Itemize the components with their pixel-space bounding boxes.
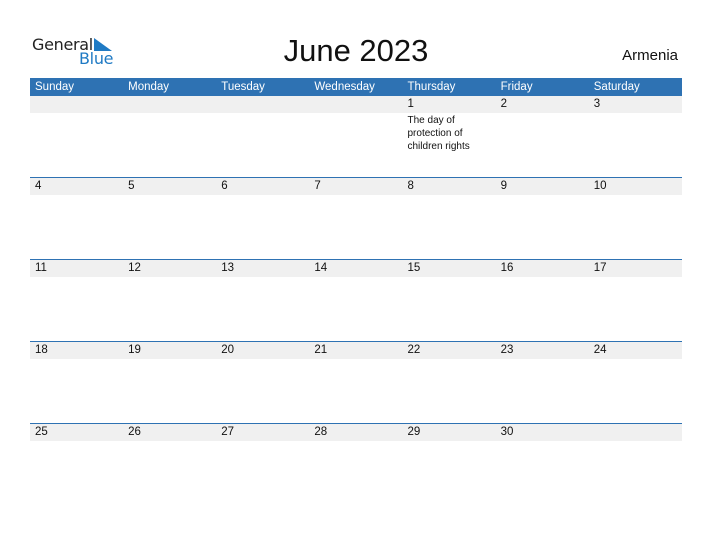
holiday-event [30, 359, 123, 360]
day-number: 4 [35, 180, 42, 192]
holiday-event [589, 113, 682, 153]
day-number: 7 [314, 180, 321, 192]
events-row [30, 441, 682, 442]
date-strip: 25 26 27 28 29 30 [30, 424, 682, 441]
holiday-event [30, 277, 123, 278]
holiday-event [123, 113, 216, 153]
day-number: 14 [314, 262, 328, 274]
day-number: 11 [35, 262, 47, 274]
page-title: June 2023 [283, 33, 429, 68]
weekday-monday: Monday [128, 81, 170, 93]
weekday-header: Sunday Monday Tuesday Wednesday Thursday… [30, 78, 682, 96]
events-row: The day of protection of children rights [30, 113, 682, 153]
day-number: 22 [407, 344, 421, 356]
holiday-event [589, 359, 682, 360]
week-row: 25 26 27 28 29 30 [30, 423, 682, 505]
weekday-saturday: Saturday [593, 81, 640, 93]
holiday-event [589, 195, 682, 196]
holiday-event [589, 441, 682, 442]
day-number: 23 [500, 344, 514, 356]
day-number: 6 [221, 180, 228, 192]
weeks-container: 1 2 3 The day of protection of children rig… [30, 96, 682, 505]
day-number: 1 [407, 98, 414, 110]
weekday-tuesday: Tuesday [221, 81, 265, 93]
events-row [30, 277, 682, 278]
day-number: 12 [128, 262, 141, 274]
date-strip: 18 19 20 21 22 23 24 [30, 342, 682, 359]
day-number: 9 [500, 180, 508, 192]
calendar-grid: Sunday Monday Tuesday Wednesday Thursday… [30, 78, 682, 505]
holiday-event [216, 277, 309, 278]
holiday-event [309, 195, 402, 196]
day-number: 16 [500, 262, 514, 274]
holiday-event [309, 441, 402, 442]
day-number: 8 [407, 180, 414, 192]
holiday-event [216, 441, 309, 442]
day-number: 3 [593, 98, 601, 110]
holiday-event [216, 113, 309, 153]
holiday-event [496, 441, 589, 442]
day-number [309, 96, 402, 113]
holiday-event [216, 359, 309, 360]
weekday-friday: Friday [500, 81, 533, 93]
day-number: 26 [128, 426, 141, 438]
date-strip: 1 2 3 [30, 96, 682, 113]
week-row: 11 12 13 14 15 16 17 [30, 259, 682, 341]
weekday-sunday: Sunday [35, 81, 75, 93]
date-strip: 4 5 6 7 8 9 10 [30, 178, 682, 195]
day-number: 30 [500, 426, 514, 438]
holiday-event [30, 441, 123, 442]
day-number [123, 96, 216, 113]
day-number: 17 [593, 262, 607, 274]
day-number: 5 [128, 180, 135, 192]
holiday-event [123, 441, 216, 442]
events-row [30, 359, 682, 360]
holiday-event [496, 277, 589, 278]
day-number: 15 [407, 262, 421, 274]
events-row [30, 195, 682, 196]
day-number: 2 [500, 98, 508, 110]
day-number: 13 [221, 262, 235, 274]
country-label: Armenia [622, 47, 678, 64]
holiday-event [496, 359, 589, 360]
week-row: 4 5 6 7 8 9 10 [30, 177, 682, 259]
holiday-event [123, 277, 216, 278]
day-number: 24 [593, 344, 607, 356]
holiday-event [123, 195, 216, 196]
holiday-event [496, 113, 589, 153]
weekday-thursday: Thursday [407, 81, 456, 93]
holiday-event: The day of protection of children rights [407, 115, 470, 152]
holiday-event [496, 195, 589, 196]
day-number [589, 424, 682, 441]
day-number: 27 [221, 426, 235, 438]
holiday-event [309, 277, 402, 278]
day-number: 19 [128, 344, 141, 356]
holiday-event [309, 113, 402, 153]
holiday-event [30, 113, 123, 153]
day-number [216, 96, 309, 113]
holiday-event [403, 277, 496, 278]
day-number: 25 [35, 426, 48, 438]
week-row: 18 19 20 21 22 23 24 [30, 341, 682, 423]
holiday-event [403, 441, 496, 442]
holiday-event [403, 195, 496, 196]
day-number: 21 [314, 344, 328, 356]
holiday-event [403, 359, 496, 360]
date-strip: 11 12 13 14 15 16 17 [30, 260, 682, 277]
weekday-wednesday: Wednesday [314, 81, 375, 93]
holiday-event [30, 195, 123, 196]
holiday-event [216, 195, 309, 196]
holiday-event [589, 277, 682, 278]
week-row: 1 2 3 The day of protection of children rig… [30, 96, 682, 177]
holiday-event [123, 359, 216, 360]
day-number: 18 [35, 344, 48, 356]
day-number: 29 [407, 426, 421, 438]
day-number: 28 [314, 426, 328, 438]
holiday-event [309, 359, 402, 360]
day-number [30, 96, 123, 113]
day-number: 10 [593, 180, 607, 192]
day-number: 20 [221, 344, 235, 356]
